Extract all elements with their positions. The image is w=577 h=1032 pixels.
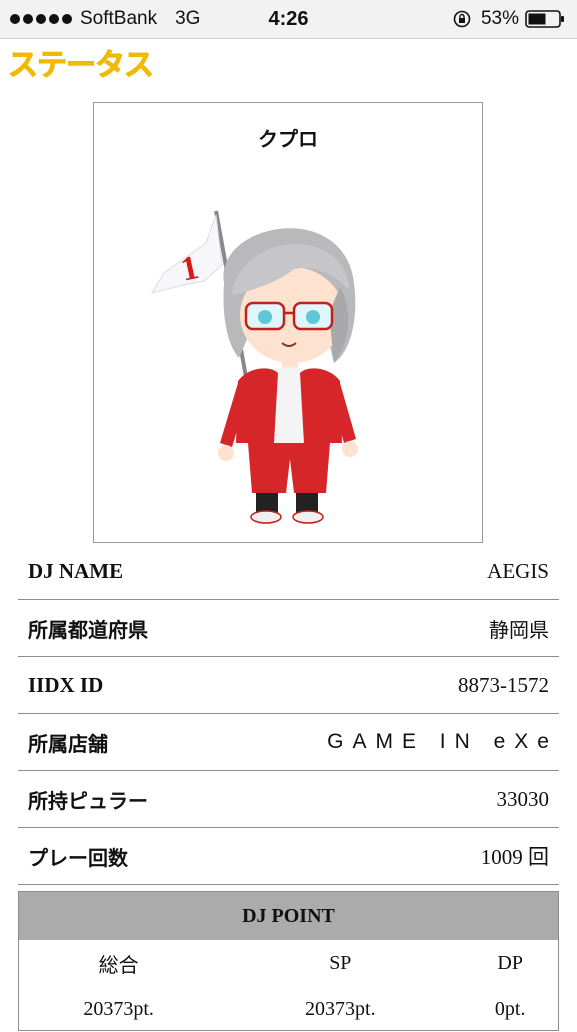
battery-percent: 53% (480, 8, 519, 29)
info-row-pyular: 所持ピュラー 33030 (18, 771, 559, 828)
dj-point-table: DJ POINT 総合 SP DP 20373pt. 20373pt. 0pt. (18, 891, 559, 1031)
info-label: 所持ピュラー (28, 788, 148, 813)
status-info-list: DJ NAME AEGIS 所属都道府県 静岡県 IIDX ID 8873-15… (18, 543, 559, 885)
avatar-character-image: 1 (150, 210, 358, 524)
info-label: IIDX ID (28, 672, 104, 697)
dj-point-value-row: 20373pt. 20373pt. 0pt. (19, 986, 558, 1032)
info-value: AEGIS (487, 558, 549, 583)
status-right: 53% (453, 0, 565, 38)
dj-point-title: DJ POINT (19, 892, 558, 940)
dj-point-dp-value: 0pt. (494, 997, 526, 1020)
info-label: プレー回数 (28, 845, 128, 870)
page-title: ステータス (8, 48, 155, 84)
info-row-prefecture: 所属都道府県 静岡県 (18, 600, 559, 657)
info-value: 静岡県 (489, 617, 549, 642)
status-bar: SoftBank 3G 4:26 53% (0, 0, 577, 39)
info-row-iidx-id: IIDX ID 8873-1572 (18, 657, 559, 714)
info-label: 所属都道府県 (28, 617, 148, 642)
info-value: 1009 回 (480, 845, 549, 869)
dj-point-total-value: 20373pt. (83, 997, 154, 1020)
avatar-card: クプロ 1 (93, 102, 483, 543)
info-row-play-count: プレー回数 1009 回 (18, 828, 559, 885)
battery-icon (525, 10, 564, 28)
avatar-name: クプロ (258, 127, 318, 151)
info-row-dj-name: DJ NAME AEGIS (18, 543, 559, 600)
dj-point-sp-value: 20373pt. (305, 997, 376, 1020)
dj-point-column-sp: SP (329, 951, 352, 974)
info-label: DJ NAME (28, 558, 124, 583)
info-row-shop: 所属店舗 GAME IN eXe (18, 714, 559, 771)
orientation-lock-icon (453, 10, 471, 28)
info-value: 8873-1572 (458, 672, 549, 697)
info-value: 33030 (496, 786, 550, 811)
info-label: 所属店舗 (28, 731, 108, 756)
dj-point-column-total: 総合 (98, 952, 139, 977)
info-value: GAME IN eXe (327, 730, 558, 753)
dj-point-column-dp: DP (497, 951, 523, 974)
dj-point-header-row: 総合 SP DP (19, 940, 558, 986)
